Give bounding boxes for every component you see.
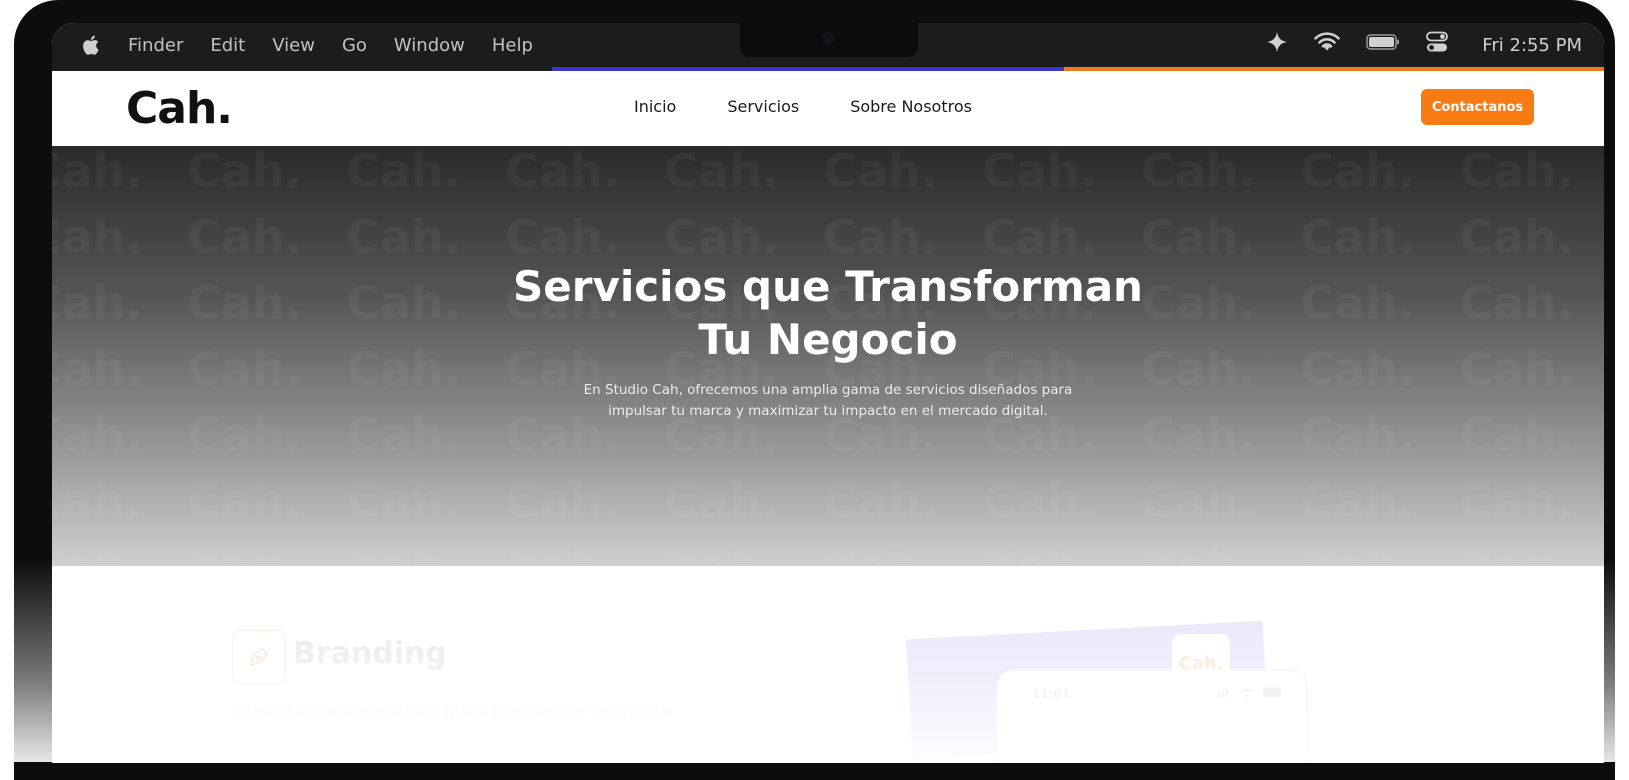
nav-links: Inicio Servicios Sobre Nosotros bbox=[634, 97, 972, 116]
hero-subtitle-line-2: impulsar tu marca y maximizar tu impacto… bbox=[608, 403, 1048, 419]
nav-link-sobre-nosotros[interactable]: Sobre Nosotros bbox=[850, 97, 972, 116]
control-center-icon[interactable] bbox=[1426, 31, 1449, 59]
nav-link-servicios[interactable]: Servicios bbox=[727, 97, 799, 116]
mockup-battery-icon bbox=[1262, 687, 1282, 698]
hero-subtitle-line-1: En Studio Cah, ofrecemos una amplia gama… bbox=[583, 382, 1073, 398]
mockup-app-logo: Cah. bbox=[1172, 634, 1230, 692]
mockup-wifi-icon bbox=[1240, 688, 1254, 698]
battery-icon[interactable] bbox=[1366, 34, 1400, 56]
hero-title: Servicios que Transforman Tu Negocio bbox=[52, 260, 1604, 366]
macos-menubar: Finder Edit View Go Window Help Fri 2:55… bbox=[52, 23, 1604, 67]
apple-icon[interactable] bbox=[82, 34, 106, 56]
pen-tool-icon bbox=[232, 630, 286, 684]
menu-finder[interactable]: Finder bbox=[128, 35, 183, 56]
menu-edit[interactable]: Edit bbox=[210, 35, 245, 56]
nav-link-inicio[interactable]: Inicio bbox=[634, 97, 676, 116]
hero-title-line-1: Servicios que Transforman bbox=[513, 262, 1143, 311]
hero-section: Cah. Cah. Cah. Cah. Cah. Cah. Cah. Cah. … bbox=[52, 146, 1604, 566]
camera-icon bbox=[822, 32, 835, 45]
laptop-frame: Finder Edit View Go Window Help Fri 2:55… bbox=[14, 0, 1615, 780]
status-area: Fri 2:55 PM bbox=[1266, 23, 1582, 67]
hero-title-line-2: Tu Negocio bbox=[698, 315, 958, 364]
service-description: Desarrollamos identidades de marca memor… bbox=[232, 704, 668, 720]
contact-button[interactable]: Contactanos bbox=[1421, 89, 1534, 125]
menubar-clock[interactable]: Fri 2:55 PM bbox=[1482, 35, 1582, 56]
sparkle-icon[interactable] bbox=[1266, 31, 1288, 59]
screen: Finder Edit View Go Window Help Fri 2:55… bbox=[52, 23, 1604, 763]
menu-go[interactable]: Go bbox=[342, 35, 367, 56]
menu-help[interactable]: Help bbox=[492, 35, 533, 56]
service-title: Branding bbox=[293, 636, 447, 671]
services-section: Branding Desarrollamos identidades de ma… bbox=[52, 566, 1604, 763]
mockup-status-icons bbox=[1218, 687, 1284, 698]
site-navbar: Cah. Inicio Servicios Sobre Nosotros Con… bbox=[52, 71, 1604, 146]
camera-notch bbox=[740, 23, 918, 57]
wifi-icon[interactable] bbox=[1314, 32, 1341, 58]
menu-view[interactable]: View bbox=[272, 35, 315, 56]
phone-mockup: 11:01 bbox=[996, 669, 1308, 763]
hero-subtitle: En Studio Cah, ofrecemos una amplia gama… bbox=[52, 380, 1604, 422]
mockup-time: 11:01 bbox=[1032, 687, 1071, 701]
menu-window[interactable]: Window bbox=[394, 35, 465, 56]
site-logo[interactable]: Cah. bbox=[126, 83, 233, 134]
